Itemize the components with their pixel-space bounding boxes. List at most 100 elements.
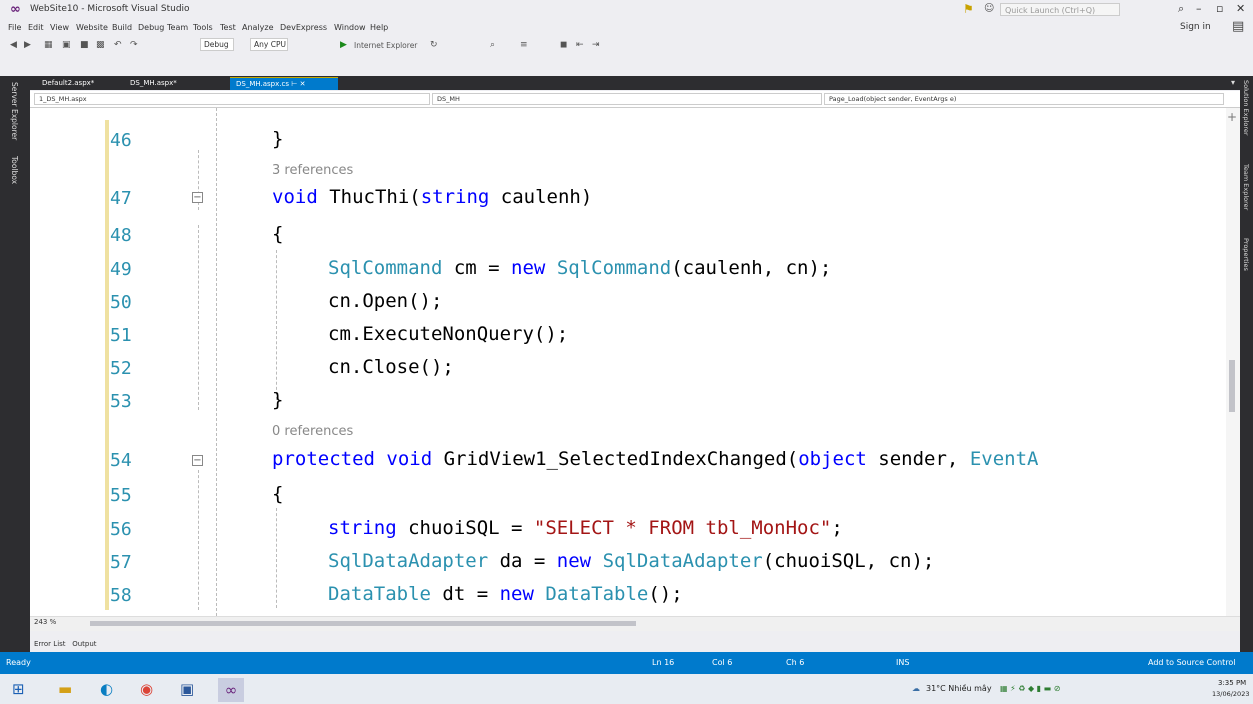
bookmark-icon[interactable]: ◼ bbox=[560, 40, 567, 50]
menu-build[interactable]: Build bbox=[112, 23, 132, 32]
tab-error-list[interactable]: Error List bbox=[34, 640, 66, 648]
close-button[interactable]: ✕ bbox=[1236, 2, 1245, 15]
start-icon[interactable]: ⊞ bbox=[12, 682, 25, 697]
chrome-icon[interactable]: ◉ bbox=[140, 682, 153, 697]
code-line[interactable]: cn.Close(); bbox=[328, 356, 454, 378]
window-title: WebSite10 - Microsoft Visual Studio bbox=[30, 4, 190, 14]
weather-text[interactable]: 31°C Nhiều mây bbox=[926, 684, 992, 693]
menu-team[interactable]: Team bbox=[167, 23, 188, 32]
code-line[interactable]: { bbox=[272, 483, 283, 505]
collapse-icon[interactable]: − bbox=[192, 192, 203, 203]
quick-launch-input[interactable]: Quick Launch (Ctrl+Q) bbox=[1000, 3, 1120, 16]
run-target-button[interactable]: Internet Explorer bbox=[354, 41, 417, 50]
run-icon[interactable]: ▶ bbox=[340, 40, 347, 50]
tab-ds-mh-aspx[interactable]: DS_MH.aspx* bbox=[124, 77, 183, 89]
minimize-button[interactable]: – bbox=[1196, 2, 1202, 15]
team-explorer-tab[interactable]: Team Explorer bbox=[1242, 164, 1250, 210]
tab-default2-aspx[interactable]: Default2.aspx* bbox=[36, 77, 100, 89]
new-project-icon[interactable]: ▦ bbox=[44, 40, 53, 50]
codelens-references[interactable]: 3 references bbox=[272, 163, 353, 178]
file-explorer-icon[interactable]: ▬ bbox=[58, 682, 72, 697]
menu-bar: File Edit View Website Build Debug Team … bbox=[0, 20, 1253, 36]
properties-tab[interactable]: Properties bbox=[1242, 238, 1250, 271]
menu-test[interactable]: Test bbox=[220, 23, 236, 32]
tab-ds-mh-aspx-cs[interactable]: DS_MH.aspx.cs ⊢ ✕ bbox=[230, 77, 338, 90]
code-line[interactable]: } bbox=[272, 389, 283, 411]
collapse-icon[interactable]: − bbox=[192, 455, 203, 466]
account-icon[interactable]: ▤ bbox=[1232, 19, 1244, 34]
menu-edit[interactable]: Edit bbox=[28, 23, 44, 32]
code-line[interactable]: void ThucThi(string caulenh) bbox=[272, 186, 592, 208]
bookmark-next-icon[interactable]: ⇥ bbox=[592, 40, 600, 50]
redo-icon[interactable]: ↷ bbox=[130, 40, 138, 50]
code-line[interactable]: cn.Open(); bbox=[328, 290, 442, 312]
config-select[interactable]: Debug bbox=[200, 38, 234, 51]
code-line[interactable]: cm.ExecuteNonQuery(); bbox=[328, 323, 568, 345]
server-explorer-tab[interactable]: Server Explorer bbox=[10, 82, 19, 140]
code-line[interactable]: SqlCommand cm = new SqlCommand(caulenh, … bbox=[328, 257, 831, 279]
menu-window[interactable]: Window bbox=[334, 23, 366, 32]
menu-website[interactable]: Website bbox=[76, 23, 108, 32]
tab-output[interactable]: Output bbox=[72, 640, 96, 648]
vertical-scroll-thumb[interactable] bbox=[1229, 360, 1235, 412]
tab-overflow-icon[interactable]: ▾ bbox=[1231, 78, 1235, 87]
split-editor-icon[interactable]: + bbox=[1227, 110, 1237, 124]
code-line[interactable]: } bbox=[272, 128, 283, 150]
toolbox-tab[interactable]: Toolbox bbox=[10, 156, 19, 184]
code-line[interactable]: { bbox=[272, 223, 283, 245]
back-icon[interactable]: ◀ bbox=[10, 40, 17, 50]
feedback-icon[interactable]: ☺ bbox=[984, 3, 994, 14]
refresh-icon[interactable]: ↻ bbox=[430, 40, 438, 50]
member-dropdown[interactable]: Page_Load(object sender, EventArgs e) bbox=[824, 93, 1224, 105]
platform-select[interactable]: Any CPU bbox=[250, 38, 288, 51]
sign-in-link[interactable]: Sign in bbox=[1180, 22, 1211, 32]
right-tool-strip: Solution Explorer Team Explorer Properti… bbox=[1240, 76, 1253, 652]
class-dropdown[interactable]: DS_MH bbox=[432, 93, 822, 105]
solution-explorer-tab[interactable]: Solution Explorer bbox=[1242, 80, 1250, 136]
weather-icon: ☁ bbox=[912, 684, 920, 693]
code-line[interactable]: protected void GridView1_SelectedIndexCh… bbox=[272, 448, 1038, 470]
visual-studio-taskbar-icon[interactable]: ∞ bbox=[218, 678, 244, 702]
change-indicator-margin bbox=[105, 120, 109, 610]
code-line[interactable]: string chuoiSQL = "SELECT * FROM tbl_Mon… bbox=[328, 517, 843, 539]
clock-date[interactable]: 13/06/2023 bbox=[1212, 690, 1249, 698]
maximize-button[interactable]: ▫ bbox=[1216, 2, 1223, 15]
edge-icon[interactable]: ◐ bbox=[100, 682, 113, 697]
type-name: EventA bbox=[969, 448, 1039, 470]
menu-help[interactable]: Help bbox=[370, 23, 388, 32]
line-number: 51 bbox=[110, 325, 132, 346]
code-editor[interactable] bbox=[30, 108, 1226, 616]
zoom-level-select[interactable]: 243 % bbox=[34, 618, 56, 626]
word-icon[interactable]: ▣ bbox=[180, 682, 194, 697]
menu-analyze[interactable]: Analyze bbox=[242, 23, 274, 32]
indent-guide bbox=[216, 108, 217, 616]
comment-icon[interactable]: ≡ bbox=[520, 40, 528, 50]
outline-guide bbox=[198, 225, 199, 410]
save-icon[interactable]: ■ bbox=[80, 40, 89, 50]
notification-flag-icon[interactable]: ⚑ bbox=[963, 3, 975, 15]
clock-time[interactable]: 3:35 PM bbox=[1218, 679, 1246, 687]
codelens-references[interactable]: 0 references bbox=[272, 424, 353, 439]
menu-devexpress[interactable]: DevExpress bbox=[280, 23, 327, 32]
forward-icon[interactable]: ▶ bbox=[24, 40, 31, 50]
project-dropdown[interactable]: 1_DS_MH.aspx bbox=[34, 93, 430, 105]
code-line[interactable]: SqlDataAdapter da = new SqlDataAdapter(c… bbox=[328, 550, 934, 572]
tab-close-icon[interactable]: ✕ bbox=[300, 80, 306, 88]
menu-debug[interactable]: Debug bbox=[138, 23, 164, 32]
tray-icons[interactable]: ▦ ⚡ ♻ ◆ ▮ ▬ ⊘ bbox=[1000, 684, 1060, 693]
menu-tools[interactable]: Tools bbox=[193, 23, 213, 32]
menu-view[interactable]: View bbox=[50, 23, 69, 32]
undo-icon[interactable]: ↶ bbox=[114, 40, 122, 50]
search-icon[interactable]: ⌕ bbox=[1178, 2, 1184, 16]
open-icon[interactable]: ▣ bbox=[62, 40, 71, 50]
bookmark-prev-icon[interactable]: ⇤ bbox=[576, 40, 584, 50]
output-tabs: Error List Output bbox=[34, 640, 97, 648]
find-icon[interactable]: ⌕ bbox=[490, 40, 495, 50]
pin-icon[interactable]: ⊢ bbox=[291, 80, 297, 88]
menu-file[interactable]: File bbox=[8, 23, 21, 32]
save-all-icon[interactable]: ▩ bbox=[96, 40, 105, 50]
code-line[interactable]: DataTable dt = new DataTable(); bbox=[328, 583, 683, 605]
left-tool-strip: Server Explorer Toolbox bbox=[0, 76, 30, 652]
add-to-source-control-button[interactable]: Add to Source Control bbox=[1148, 658, 1236, 667]
horizontal-scroll-thumb[interactable] bbox=[90, 621, 636, 626]
